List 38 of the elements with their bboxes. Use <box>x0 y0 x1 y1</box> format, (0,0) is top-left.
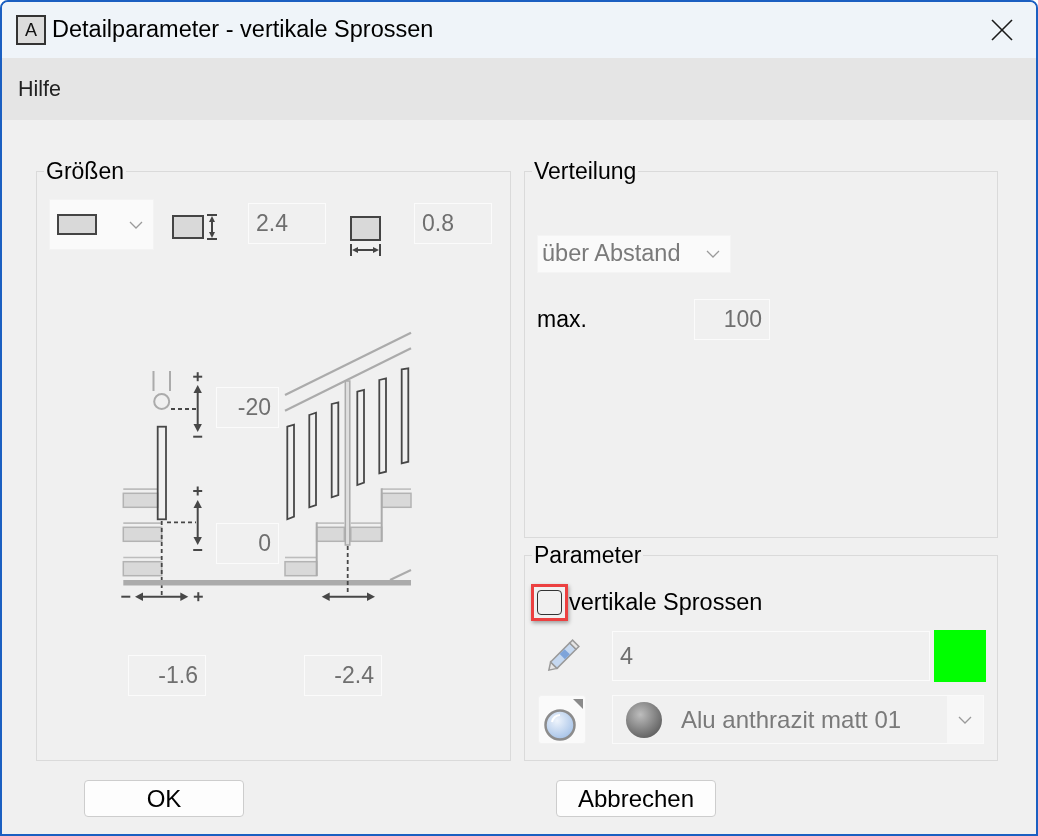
stair-riser <box>315 521 318 577</box>
stair-tread <box>122 488 159 509</box>
close-icon <box>990 18 1014 42</box>
chevron-icon <box>958 715 972 724</box>
group-title: Größen <box>45 159 125 183</box>
stair-tread <box>380 488 412 509</box>
stair-riser <box>380 487 383 543</box>
ok-button[interactable]: OK <box>84 780 244 817</box>
profile-dropdown[interactable] <box>49 199 154 250</box>
width-dimension-icon <box>350 216 381 257</box>
offset-arrow <box>321 592 375 601</box>
handrail-profile-drawing <box>152 370 171 410</box>
stair-tread <box>122 556 163 577</box>
rectangle-profile-icon <box>57 214 97 235</box>
max-label: max. <box>537 305 588 335</box>
height-dimension-icon <box>172 214 218 240</box>
offset-arrow <box>192 371 204 438</box>
group-title: Verteilung <box>533 159 638 183</box>
stair-tread <box>315 522 346 543</box>
cancel-button[interactable]: Abbrechen <box>556 780 716 817</box>
guide-line <box>166 521 197 524</box>
app-icon: A <box>16 15 46 45</box>
offset-arrow <box>192 485 204 551</box>
guide-line <box>170 408 197 410</box>
close-button[interactable] <box>990 18 1014 42</box>
stair-tread <box>122 522 163 543</box>
group-title: Parameter <box>533 543 643 567</box>
window-title: Detailparameter - vertikale Sprossen <box>52 15 434 45</box>
checkbox-label[interactable]: vertikale Sprossen <box>569 584 763 621</box>
sphere-icon <box>625 700 663 739</box>
checkbox[interactable] <box>537 590 562 615</box>
chevron-icon <box>706 250 720 258</box>
stair-tread <box>350 522 383 543</box>
material-button[interactable] <box>538 695 586 744</box>
chevron-icon <box>129 220 143 229</box>
stair-tread <box>284 556 318 577</box>
slope-line <box>389 569 412 581</box>
menu-item[interactable]: Hilfe <box>18 72 61 106</box>
